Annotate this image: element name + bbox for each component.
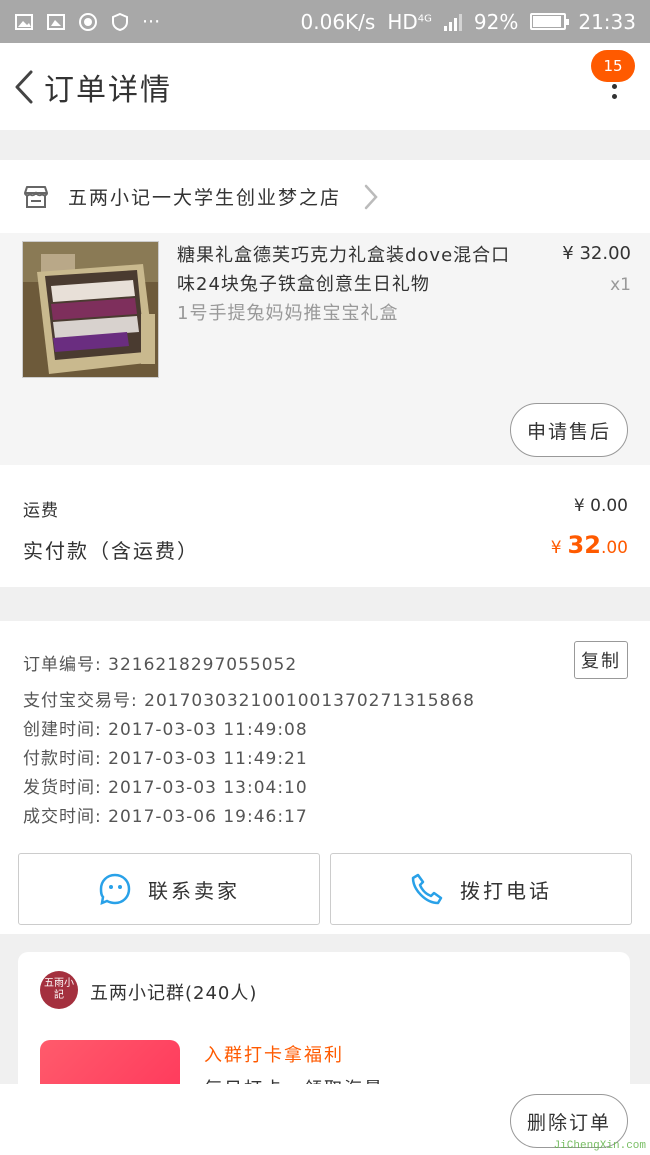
status-left-icons: ··· bbox=[14, 11, 160, 33]
more-notifications-icon: ··· bbox=[142, 10, 161, 33]
promo-title: 入群打卡拿福利 bbox=[204, 1045, 344, 1066]
status-bar: ··· 0.06K/s HD4G 92% 21:33 bbox=[0, 0, 650, 43]
record-icon bbox=[79, 12, 97, 31]
contact-seller-button[interactable]: 联系卖家 bbox=[18, 853, 320, 925]
group-avatar: 五雨小記 bbox=[40, 971, 78, 1009]
call-phone-button[interactable]: 拨打电话 bbox=[330, 853, 632, 925]
shop-name: 五两小记一大学生创业梦之店 bbox=[68, 187, 342, 209]
clock: 21:33 bbox=[578, 9, 636, 34]
contact-seller-label: 联系卖家 bbox=[148, 878, 240, 903]
alipay-trade-number: 支付宝交易号: 2017030321001001370271315868 bbox=[23, 691, 475, 711]
shipping-value: ¥ 0.00 bbox=[573, 496, 628, 516]
shop-icon bbox=[24, 185, 48, 208]
order-info: 订单编号: 3216218297055052 复制 支付宝交易号: 201703… bbox=[0, 621, 650, 844]
product-thumbnail-icon bbox=[23, 242, 158, 377]
gallery-icon bbox=[47, 13, 65, 30]
back-button[interactable] bbox=[4, 57, 44, 117]
phone-icon bbox=[411, 873, 443, 905]
product-image[interactable] bbox=[22, 241, 159, 378]
product-price: ¥ 32.00 bbox=[562, 243, 631, 264]
call-phone-label: 拨打电话 bbox=[460, 878, 552, 903]
order-item[interactable]: 糖果礼盒德芙巧克力礼盒装dove混合口味24块兔子铁盒创意生日礼物 1号手提兔妈… bbox=[0, 233, 650, 465]
contact-actions: 联系卖家 拨打电话 bbox=[0, 844, 650, 934]
more-dot-icon bbox=[611, 93, 617, 99]
apply-aftersale-button[interactable]: 申请售后 bbox=[510, 403, 628, 457]
shop-row[interactable]: 五两小记一大学生创业梦之店 bbox=[0, 160, 650, 233]
chevron-left-icon bbox=[15, 70, 33, 103]
image-icon bbox=[15, 13, 33, 30]
paid-amount: ¥ 32 .00 bbox=[551, 531, 628, 559]
completed-time: 成交时间: 2017-03-06 19:46:17 bbox=[23, 807, 308, 827]
order-number: 订单编号: 3216218297055052 bbox=[23, 655, 298, 675]
product-spec: 1号手提兔妈妈推宝宝礼盒 bbox=[177, 303, 399, 324]
battery-fill bbox=[533, 16, 561, 27]
network-type: 4G bbox=[417, 12, 432, 24]
chat-face-icon bbox=[99, 873, 131, 905]
network-speed: 0.06K/s bbox=[300, 9, 376, 34]
more-dot-icon bbox=[611, 83, 617, 89]
signal-icon bbox=[443, 13, 462, 31]
chevron-right-icon bbox=[364, 184, 378, 209]
paid-integer: 32 bbox=[567, 531, 601, 559]
battery-percent: 92% bbox=[473, 9, 519, 34]
paid-currency: ¥ bbox=[550, 538, 562, 558]
battery-icon bbox=[530, 13, 570, 30]
created-time: 创建时间: 2017-03-03 11:49:08 bbox=[23, 720, 308, 740]
fee-summary: 运费 ¥ 0.00 实付款（含运费） ¥ 32 .00 bbox=[0, 465, 650, 587]
product-quantity: x1 bbox=[610, 275, 631, 295]
paid-label: 实付款（含运费） bbox=[23, 539, 199, 563]
product-title: 糖果礼盒德芙巧克力礼盒装dove混合口味24块兔子铁盒创意生日礼物 bbox=[177, 245, 511, 295]
shipping-label: 运费 bbox=[23, 501, 59, 521]
status-right: 0.06K/s HD4G 92% 21:33 bbox=[301, 10, 636, 34]
paid-time: 付款时间: 2017-03-03 11:49:21 bbox=[23, 749, 308, 769]
shipped-time: 发货时间: 2017-03-03 13:04:10 bbox=[23, 778, 308, 798]
shield-icon bbox=[112, 12, 128, 31]
paid-decimal: .00 bbox=[600, 538, 628, 558]
network-label: HD4G bbox=[387, 9, 432, 34]
page-title: 订单详情 bbox=[44, 72, 172, 108]
watermark: JiChengXin.com bbox=[553, 1140, 646, 1152]
header: 订单详情 15 bbox=[0, 43, 650, 130]
group-name: 五两小记群(240人) bbox=[90, 983, 258, 1004]
copy-button[interactable]: 复制 bbox=[574, 641, 628, 679]
notification-badge[interactable]: 15 bbox=[591, 50, 635, 82]
